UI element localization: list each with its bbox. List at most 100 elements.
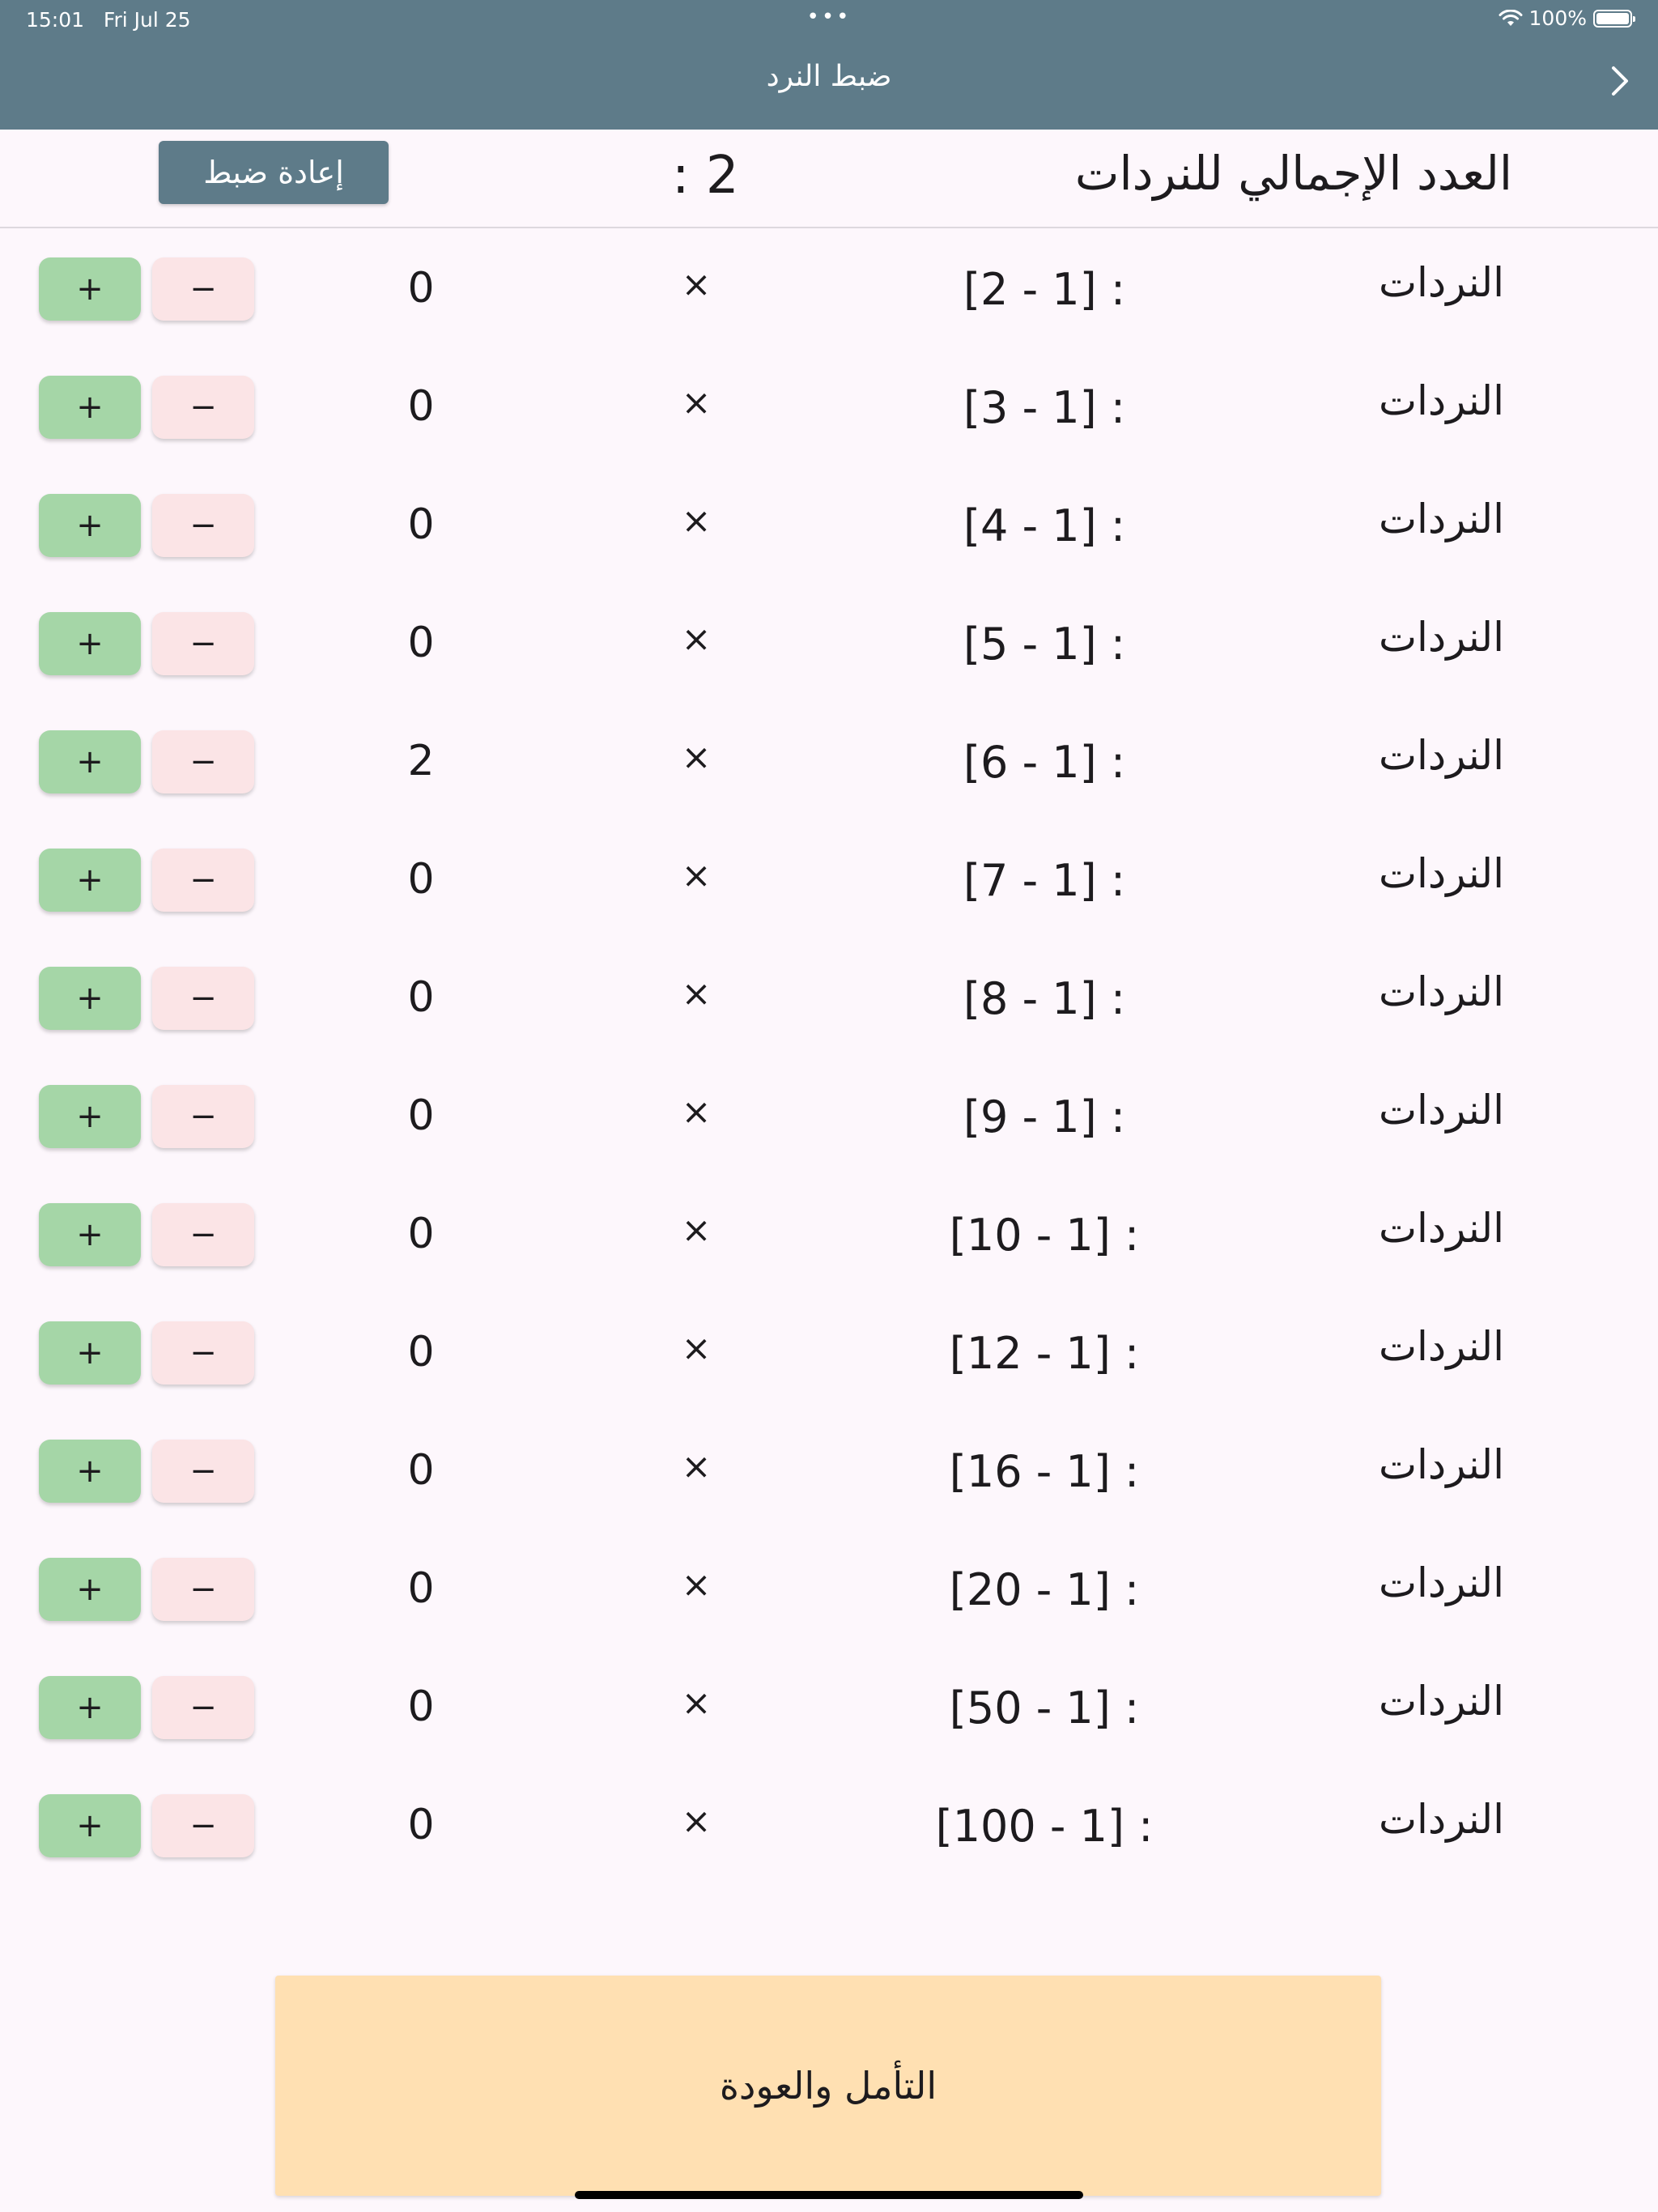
dice-row: + − 0 × [3 - 1] : النردات	[0, 347, 1658, 465]
dice-count: 0	[407, 855, 435, 904]
multitasking-dots[interactable]: •••	[806, 5, 851, 29]
decrement-button[interactable]: −	[152, 1321, 254, 1385]
increment-button[interactable]: +	[39, 494, 141, 557]
dice-label: النردات	[1378, 614, 1504, 661]
dice-label: النردات	[1378, 1323, 1504, 1370]
decrement-button[interactable]: −	[152, 1676, 254, 1739]
multiply-sign: ×	[681, 382, 712, 423]
home-indicator[interactable]	[575, 2191, 1083, 2199]
increment-button[interactable]: +	[39, 257, 141, 321]
dice-count: 0	[407, 619, 435, 667]
decrement-button[interactable]: −	[152, 1203, 254, 1266]
increment-button[interactable]: +	[39, 1203, 141, 1266]
increment-button[interactable]: +	[39, 1085, 141, 1148]
dice-label: النردات	[1378, 1087, 1504, 1134]
increment-button[interactable]: +	[39, 849, 141, 912]
dice-label: النردات	[1378, 1441, 1504, 1488]
increment-button[interactable]: +	[39, 1558, 141, 1621]
increment-button[interactable]: +	[39, 1321, 141, 1385]
dice-label: النردات	[1378, 1559, 1504, 1606]
wifi-icon	[1499, 9, 1523, 26]
dice-label: النردات	[1378, 968, 1504, 1015]
status-indicators: 100%	[1499, 6, 1635, 30]
decrement-button[interactable]: −	[152, 257, 254, 321]
multiply-sign: ×	[681, 264, 712, 305]
dice-range: [7 - 1] :	[963, 855, 1126, 906]
dice-range: [9 - 1] :	[963, 1091, 1126, 1142]
multiply-sign: ×	[681, 500, 712, 542]
dice-label: النردات	[1378, 377, 1504, 424]
decrement-button[interactable]: −	[152, 1085, 254, 1148]
decrement-button[interactable]: −	[152, 376, 254, 439]
total-dice-label: العدد الإجمالي للنردات	[1074, 146, 1512, 201]
dice-label: النردات	[1378, 496, 1504, 542]
dice-row: + − 0 × [9 - 1] : النردات	[0, 1056, 1658, 1174]
dice-row: + − 0 × [50 - 1] : النردات	[0, 1647, 1658, 1765]
decrement-button[interactable]: −	[152, 1558, 254, 1621]
dice-range: [16 - 1] :	[949, 1446, 1140, 1497]
dice-count: 2	[407, 737, 435, 785]
status-clock: 15:01	[26, 8, 85, 32]
dice-count: 0	[407, 1328, 435, 1376]
dice-count: 0	[407, 1446, 435, 1495]
decrement-button[interactable]: −	[152, 612, 254, 675]
multiply-sign: ×	[681, 1801, 712, 1842]
decrement-button[interactable]: −	[152, 1794, 254, 1857]
dice-count: 0	[407, 264, 435, 313]
dice-count: 0	[407, 1564, 435, 1613]
dice-row: + − 0 × [2 - 1] : النردات	[0, 228, 1658, 347]
dice-row: + − 0 × [20 - 1] : النردات	[0, 1529, 1658, 1647]
multiply-sign: ×	[681, 1210, 712, 1251]
dice-range: [20 - 1] :	[949, 1564, 1140, 1615]
increment-button[interactable]: +	[39, 1794, 141, 1857]
increment-button[interactable]: +	[39, 1440, 141, 1503]
dice-range: [10 - 1] :	[949, 1210, 1140, 1261]
multiply-sign: ×	[681, 1091, 712, 1133]
battery-percent: 100%	[1528, 6, 1587, 30]
confirm-return-button[interactable]: التأمل والعودة	[275, 1976, 1381, 2196]
status-time: 15:01 Fri Jul 25	[26, 8, 191, 32]
increment-button[interactable]: +	[39, 376, 141, 439]
dice-label: النردات	[1378, 850, 1504, 897]
decrement-button[interactable]: −	[152, 967, 254, 1030]
dice-range: [5 - 1] :	[963, 619, 1126, 670]
dice-count: 0	[407, 1801, 435, 1849]
chevron-right-icon[interactable]	[1608, 63, 1632, 99]
multiply-sign: ×	[681, 1682, 712, 1724]
decrement-button[interactable]: −	[152, 1440, 254, 1503]
dice-count: 0	[407, 973, 435, 1022]
dice-count: 0	[407, 1682, 435, 1731]
dice-range: [8 - 1] :	[963, 973, 1126, 1024]
decrement-button[interactable]: −	[152, 730, 254, 793]
page-title: ضبط النرد	[766, 60, 892, 93]
multiply-sign: ×	[681, 1446, 712, 1487]
total-dice-summary: العدد الإجمالي للنردات 2 : إعادة ضبط	[0, 130, 1658, 228]
dice-row: + − 0 × [7 - 1] : النردات	[0, 819, 1658, 938]
dice-range: [12 - 1] :	[949, 1328, 1140, 1379]
dice-label: النردات	[1378, 259, 1504, 306]
dice-label: النردات	[1378, 1796, 1504, 1843]
battery-icon	[1593, 9, 1635, 28]
increment-button[interactable]: +	[39, 1676, 141, 1739]
dice-label: النردات	[1378, 732, 1504, 779]
dice-row: + − 0 × [10 - 1] : النردات	[0, 1174, 1658, 1292]
increment-button[interactable]: +	[39, 612, 141, 675]
dice-count: 0	[407, 1210, 435, 1258]
dice-row: + − 0 × [8 - 1] : النردات	[0, 938, 1658, 1056]
reset-button[interactable]: إعادة ضبط	[159, 141, 389, 204]
multiply-sign: ×	[681, 973, 712, 1015]
dice-count: 0	[407, 382, 435, 431]
dice-range: [2 - 1] :	[963, 264, 1126, 315]
dice-range: [4 - 1] :	[963, 500, 1126, 551]
dice-count: 0	[407, 500, 435, 549]
dice-label: النردات	[1378, 1205, 1504, 1252]
decrement-button[interactable]: −	[152, 849, 254, 912]
increment-button[interactable]: +	[39, 967, 141, 1030]
multiply-sign: ×	[681, 737, 712, 778]
dice-row: + − 0 × [16 - 1] : النردات	[0, 1410, 1658, 1529]
increment-button[interactable]: +	[39, 730, 141, 793]
dice-range: [50 - 1] :	[949, 1682, 1140, 1733]
dice-row: + − 0 × [5 - 1] : النردات	[0, 583, 1658, 701]
dice-row: + − 0 × [100 - 1] : النردات	[0, 1765, 1658, 1883]
decrement-button[interactable]: −	[152, 494, 254, 557]
